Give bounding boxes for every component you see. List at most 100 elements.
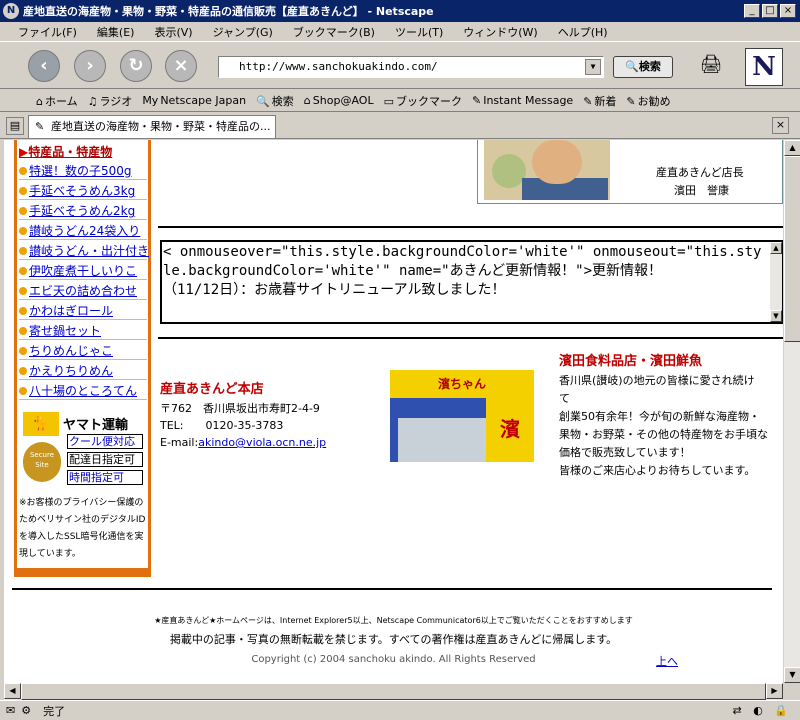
search-icon: 🔍 bbox=[256, 94, 270, 108]
menu-view[interactable]: 表示(V) bbox=[154, 24, 192, 40]
sidebar-heading[interactable]: ▶特産品・特産物 bbox=[19, 143, 112, 160]
sidebar-link[interactable]: 讃岐うどん・出汁付き bbox=[19, 242, 149, 260]
bullet-icon bbox=[19, 247, 27, 255]
scroll-up-icon[interactable]: ▲ bbox=[770, 242, 782, 254]
sidebar-link[interactable]: 八十場のところてん bbox=[19, 382, 147, 400]
url-text: http://www.sanchokuakindo.com/ bbox=[239, 60, 438, 73]
news-scrollbar[interactable]: ▲ ▼ bbox=[770, 242, 782, 322]
netscape-japan-link[interactable]: My Netscape Japan bbox=[142, 94, 246, 107]
sidebar-link[interactable]: 伊吹産煮干しいりこ bbox=[19, 262, 147, 280]
sidebar-link[interactable]: 特選！数の子500g bbox=[19, 162, 147, 180]
personal-toolbar: ⌂ ホーム ♫ ラジオ My Netscape Japan 🔍 検索 ⌂ Shop@AOL… bbox=[0, 90, 800, 112]
sidebar-link[interactable]: 手延べそうめん2kg bbox=[19, 202, 147, 220]
bullet-icon bbox=[19, 367, 27, 375]
manager-photo bbox=[484, 140, 610, 200]
status-text: 完了 bbox=[43, 704, 66, 718]
print-icon[interactable]: 🖨 bbox=[697, 51, 725, 79]
forward-button[interactable]: › bbox=[74, 50, 106, 82]
scroll-left-icon[interactable]: ◀ bbox=[4, 683, 21, 699]
new-link[interactable]: ✎ 新着 bbox=[583, 93, 616, 109]
scroll-down-icon[interactable]: ▼ bbox=[784, 667, 800, 683]
url-input[interactable]: http://www.sanchokuakindo.com/ ▼ bbox=[218, 56, 604, 78]
netscape-logo[interactable]: N bbox=[745, 48, 783, 86]
component-icon[interactable]: ⚙ bbox=[21, 704, 31, 717]
yamato-name: ヤマト運輸 bbox=[63, 418, 129, 433]
sidebar-link[interactable]: ちりめんじゃこ bbox=[19, 342, 147, 360]
divider bbox=[12, 588, 772, 590]
scroll-thumb[interactable] bbox=[784, 156, 800, 342]
search-link[interactable]: 🔍 検索 bbox=[256, 93, 294, 109]
sidebar-link[interactable]: 手延べそうめん3kg bbox=[19, 182, 147, 200]
melon-icon bbox=[492, 154, 526, 188]
time-delivery-tag: 時間指定可 bbox=[67, 470, 143, 485]
email-link[interactable]: akindo@viola.ocn.ne.jp bbox=[198, 436, 326, 449]
close-button[interactable]: × bbox=[780, 4, 796, 18]
bullet-icon bbox=[19, 307, 27, 315]
shop-aol-link[interactable]: ⌂ Shop@AOL bbox=[304, 94, 374, 107]
my-icon: My bbox=[142, 94, 159, 107]
store-address: 〒762 香川県坂出市寿町2-4-9 bbox=[160, 402, 320, 415]
bookmarks-folder[interactable]: ▭ ブックマーク bbox=[384, 93, 462, 109]
minimize-button[interactable]: _ bbox=[744, 4, 760, 18]
shop-photo: 濱ちゃん 濱 bbox=[390, 370, 534, 462]
url-dropdown-icon[interactable]: ▼ bbox=[585, 59, 601, 75]
sidebar-link[interactable]: かえりちりめん bbox=[19, 362, 147, 380]
new-tab-icon[interactable]: ▤ bbox=[6, 117, 24, 135]
verisign-badge[interactable]: Secure Site bbox=[23, 442, 61, 482]
bullet-icon bbox=[19, 207, 27, 215]
shop-text: て bbox=[559, 392, 570, 405]
back-button[interactable]: ‹ bbox=[28, 50, 60, 82]
search-button[interactable]: 🔍検索 bbox=[613, 56, 673, 78]
window-title: 産地直送の海産物・果物・野菜・特産品の通信販売【産直あきんど】 - Netsca… bbox=[23, 5, 434, 18]
bullet-icon: ▶ bbox=[19, 145, 29, 159]
menu-go[interactable]: ジャンプ(G) bbox=[213, 24, 273, 40]
stop-button[interactable]: × bbox=[165, 50, 197, 82]
scroll-thumb[interactable] bbox=[21, 683, 766, 700]
scroll-right-icon[interactable]: ▶ bbox=[766, 683, 783, 699]
home-icon: ⌂ bbox=[36, 94, 43, 108]
scroll-down-icon[interactable]: ▼ bbox=[770, 310, 782, 322]
shop-icon: ⌂ bbox=[303, 94, 311, 107]
radio-link[interactable]: ♫ ラジオ bbox=[88, 93, 133, 109]
bullet-icon bbox=[19, 287, 27, 295]
black-cat-logo-icon: 🐈 bbox=[23, 412, 59, 436]
reload-button[interactable]: ↻ bbox=[120, 50, 152, 82]
navigation-toolbar: ‹ › ↻ × http://www.sanchokuakindo.com/ ▼… bbox=[0, 43, 800, 89]
menu-help[interactable]: ヘルプ(H) bbox=[558, 24, 608, 40]
horizontal-scrollbar[interactable]: ◀ ▶ bbox=[4, 683, 783, 700]
home-link[interactable]: ⌂ ホーム bbox=[36, 93, 78, 109]
instant-message-link[interactable]: ✎ Instant Message bbox=[472, 94, 573, 107]
recommend-link[interactable]: ✎ お勧め bbox=[626, 93, 670, 109]
sidebar-link[interactable]: 寄せ鍋セット bbox=[19, 322, 147, 340]
menu-file[interactable]: ファイル(F) bbox=[18, 24, 77, 40]
vertical-scrollbar[interactable]: ▲ ▼ bbox=[783, 140, 800, 683]
shop-title: 濱田食料品店・濱田鮮魚 bbox=[559, 354, 703, 369]
close-tab-button[interactable]: × bbox=[772, 117, 789, 134]
sidebar-link[interactable]: 讃岐うどん24袋入り bbox=[19, 222, 147, 240]
tab-strip: ▤ ✎ 産地直送の海産物・果物・野菜・特産品の... × bbox=[0, 113, 800, 139]
store-email: E-mail:akindo@viola.ocn.ne.jp bbox=[160, 436, 327, 449]
menu-window[interactable]: ウィンドウ(W) bbox=[463, 24, 537, 40]
menu-tools[interactable]: ツール(T) bbox=[395, 24, 443, 40]
status-bar: ✉ ⚙ 完了 ⇄ ◐ 🔒 bbox=[0, 700, 800, 720]
bookmark-icon: ✎ bbox=[626, 94, 636, 108]
sidebar-link[interactable]: エビ天の詰め合わせ bbox=[19, 282, 147, 300]
bullet-icon bbox=[19, 187, 27, 195]
sidebar-link[interactable]: かわはぎロール bbox=[19, 302, 147, 320]
top-link[interactable]: 上へ bbox=[656, 653, 678, 669]
maximize-button[interactable]: □ bbox=[762, 4, 778, 18]
status-tray-icons[interactable]: ⇄ ◐ 🔒 bbox=[732, 704, 792, 717]
scroll-up-icon[interactable]: ▲ bbox=[784, 140, 800, 156]
rights-note: 掲載中の記事・写真の無断転載を禁じます。すべての著作権は産直あきんどに帰属します… bbox=[169, 633, 618, 646]
tab-active[interactable]: ✎ 産地直送の海産物・果物・野菜・特産品の... bbox=[28, 115, 276, 138]
shop-text: 価格で販売致しています！ bbox=[559, 446, 691, 459]
menu-bookmarks[interactable]: ブックマーク(B) bbox=[293, 24, 375, 40]
bullet-icon bbox=[19, 347, 27, 355]
netscape-icon: N bbox=[3, 3, 19, 19]
shop-banner-icon: 濱 bbox=[486, 396, 534, 462]
store-tel: TEL: 0120-35-3783 bbox=[160, 419, 284, 432]
magnifier-icon: 🔍 bbox=[625, 60, 639, 73]
menu-edit[interactable]: 編集(E) bbox=[97, 24, 135, 40]
store-name: 産直あきんど本店 bbox=[160, 382, 264, 397]
mail-icon[interactable]: ✉ bbox=[6, 704, 15, 717]
